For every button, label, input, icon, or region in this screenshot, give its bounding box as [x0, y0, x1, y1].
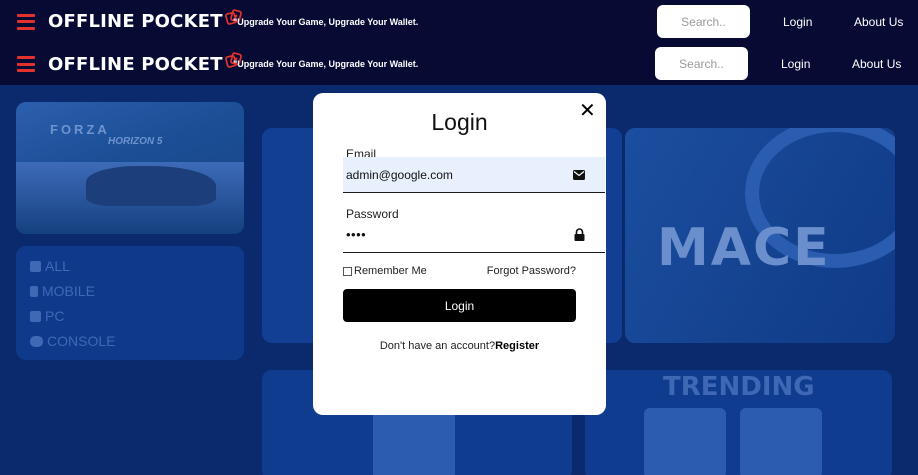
category-label: ALL	[45, 258, 70, 274]
category-label: CONSOLE	[47, 333, 116, 349]
mobile-icon	[30, 285, 38, 297]
site-logo[interactable]: OFFLINE POCKET	[48, 51, 242, 75]
search-input[interactable]	[655, 47, 748, 80]
featured-game-title: MACE	[657, 218, 831, 278]
category-label: MOBILE	[42, 283, 95, 299]
forza-game-card[interactable]: FORZA HORIZON 5	[16, 102, 244, 234]
email-value: admin@google.com	[346, 167, 453, 182]
layers-icon	[30, 260, 41, 272]
login-modal: Login ✕ Email admin@google.com Password …	[313, 93, 606, 415]
hamburger-menu-icon[interactable]	[17, 56, 35, 72]
lock-icon	[574, 228, 585, 241]
category-all[interactable]: ALL	[30, 258, 70, 274]
forza-title: FORZA	[50, 122, 110, 137]
register-link[interactable]: Register	[495, 340, 539, 352]
login-submit-button[interactable]: Login	[343, 289, 576, 322]
password-value: ••••	[346, 227, 367, 242]
forza-subtitle: HORIZON 5	[108, 136, 163, 147]
remember-me-checkbox[interactable]	[343, 266, 352, 276]
search-input[interactable]	[657, 5, 750, 38]
tagline: "Upgrade Your Game, Upgrade Your Wallet.	[233, 16, 419, 27]
envelope-icon	[573, 169, 585, 180]
password-field[interactable]: ••••	[343, 217, 605, 253]
category-console[interactable]: CONSOLE	[30, 333, 115, 349]
featured-game-card[interactable]: MACE	[625, 128, 895, 343]
category-mobile[interactable]: MOBILE	[30, 283, 95, 299]
logo-text: OFFLINE POCKET	[48, 53, 223, 75]
remember-me-option[interactable]: Remember Me	[343, 265, 427, 277]
site-logo[interactable]: OFFLINE POCKET	[48, 9, 242, 32]
category-label: PC	[45, 308, 65, 324]
close-icon[interactable]: ✕	[579, 101, 596, 121]
trending-heading: TRENDING	[663, 372, 815, 402]
nav-about-link[interactable]: About Us	[852, 57, 901, 71]
gamepad-icon	[30, 335, 43, 347]
header-bar-duplicate: OFFLINE POCKET "Upgrade Your Game, Upgra…	[0, 43, 918, 85]
forza-car-art	[86, 166, 216, 206]
trending-thumbnail[interactable]	[644, 408, 726, 475]
email-field[interactable]: admin@google.com	[343, 157, 605, 193]
game-thumbnail[interactable]	[373, 410, 455, 475]
tagline: "Upgrade Your Game, Upgrade Your Wallet.	[233, 59, 419, 69]
hamburger-menu-icon[interactable]	[17, 13, 35, 30]
nav-about-link[interactable]: About Us	[854, 15, 903, 29]
signup-prompt-text: Don't have an account?	[379, 340, 496, 352]
signup-prompt: Don't have an account?Register	[313, 340, 606, 352]
header-bar: OFFLINE POCKET "Upgrade Your Game, Upgra…	[0, 0, 918, 43]
nav-login-link[interactable]: Login	[783, 15, 812, 29]
monitor-icon	[30, 310, 41, 322]
logo-text: OFFLINE POCKET	[48, 11, 223, 32]
category-menu: ALL MOBILE PC CONSOLE	[16, 246, 244, 360]
forgot-password-link[interactable]: Forgot Password?	[487, 265, 576, 277]
remember-me-label: Remember Me	[354, 265, 427, 277]
modal-title: Login	[431, 109, 488, 135]
category-pc[interactable]: PC	[30, 308, 64, 324]
nav-login-link[interactable]: Login	[781, 57, 810, 71]
trending-thumbnail[interactable]	[740, 408, 822, 475]
